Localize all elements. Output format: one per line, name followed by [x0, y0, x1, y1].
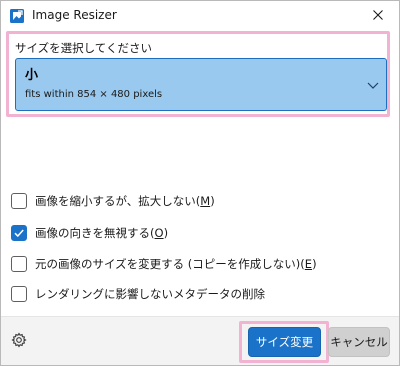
window-title: Image Resizer	[32, 8, 117, 22]
size-dropdown[interactable]: 小 fits within 854 × 480 pixels	[15, 58, 387, 111]
remove-metadata-label: レンダリングに影響しないメタデータの削除	[35, 287, 265, 301]
option-replace-original[interactable]: 元の画像のサイズを変更する (コピーを作成しない)(E)	[11, 255, 317, 273]
shrink-only-checkbox[interactable]	[11, 193, 27, 209]
ignore-orientation-checkbox[interactable]	[11, 225, 27, 241]
option-ignore-orientation[interactable]: 画像の向きを無視する(O)	[11, 224, 168, 242]
ignore-orientation-label: 画像の向きを無視する(O)	[35, 226, 169, 240]
chevron-down-icon	[366, 77, 380, 91]
size-selected-name: 小	[25, 68, 39, 83]
replace-original-checkbox[interactable]	[11, 256, 27, 272]
size-selected-description: fits within 854 × 480 pixels	[25, 89, 163, 100]
replace-original-label: 元の画像のサイズを変更する (コピーを作成しない)(E)	[35, 257, 317, 271]
image-resizer-window: Image Resizer サイズを選択してください 小 fits within…	[0, 0, 400, 366]
gear-icon[interactable]	[11, 332, 27, 348]
footer-bar: サイズ変更 キャンセル	[1, 316, 399, 365]
checkmark-icon	[14, 229, 24, 238]
image-resizer-app-icon	[10, 8, 24, 23]
resize-button[interactable]: サイズ変更	[248, 327, 321, 357]
remove-metadata-checkbox[interactable]	[11, 286, 27, 302]
cancel-button[interactable]: キャンセル	[328, 327, 390, 357]
size-select-label: サイズを選択してください	[15, 41, 152, 55]
size-selection-group: サイズを選択してください 小 fits within 854 × 480 pix…	[6, 31, 390, 117]
shrink-only-label: 画像を縮小するが、拡大しない(M)	[35, 194, 215, 208]
title-bar: Image Resizer	[1, 1, 399, 29]
option-shrink-only[interactable]: 画像を縮小するが、拡大しない(M)	[11, 192, 215, 210]
close-icon	[373, 10, 383, 20]
close-button[interactable]	[363, 3, 393, 27]
option-remove-metadata[interactable]: レンダリングに影響しないメタデータの削除	[11, 285, 265, 303]
